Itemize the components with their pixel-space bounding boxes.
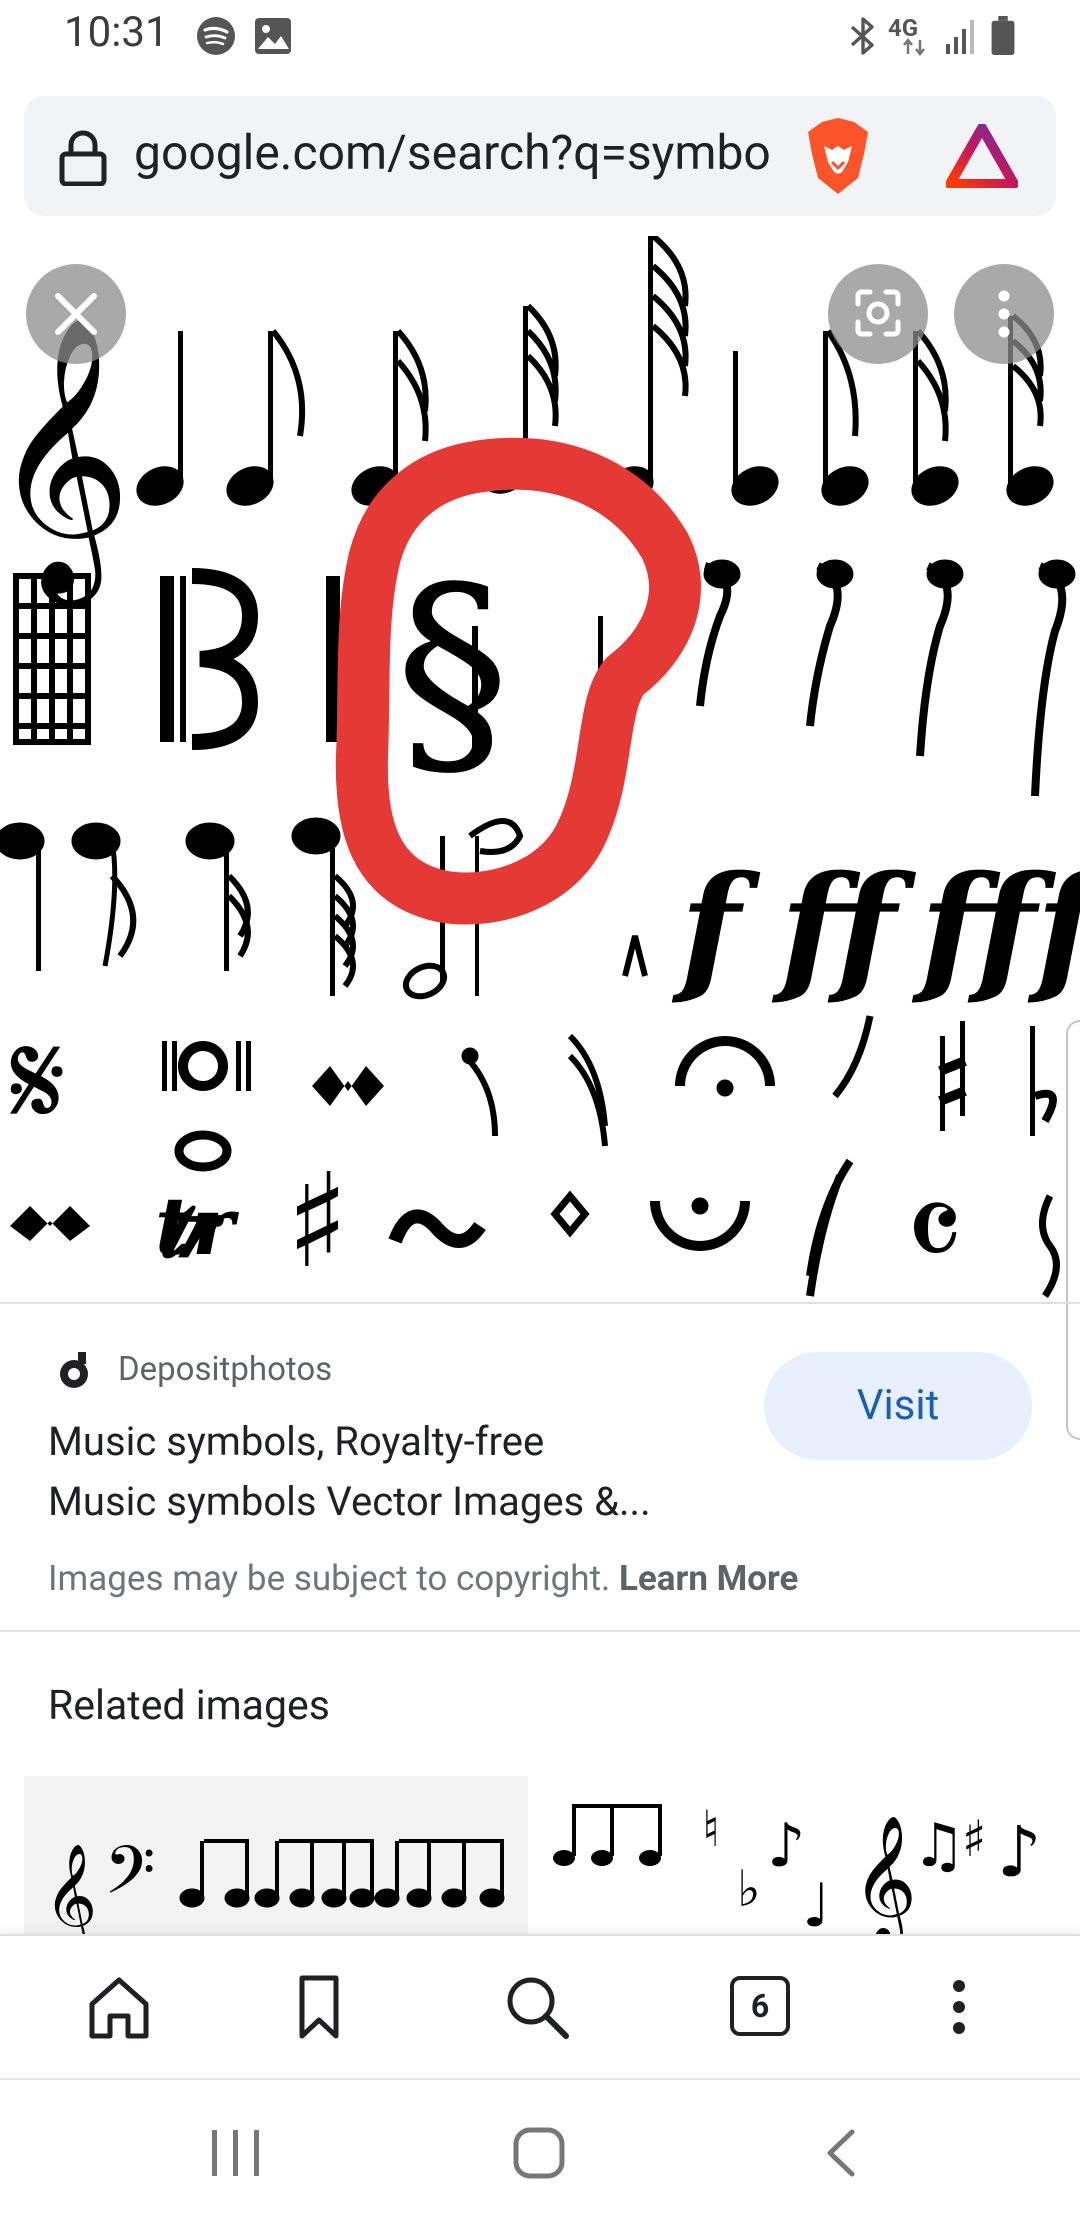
svg-text:♮: ♮ (702, 1800, 720, 1858)
svg-text:f: f (671, 846, 761, 1010)
svg-text:𝄋: 𝄋 (10, 1005, 66, 1157)
svg-text:♯: ♯ (962, 1810, 986, 1868)
browser-bottom-bar: 6 (0, 1934, 1080, 2076)
copyright-notice: Images may be subject to copyright. Lear… (48, 1558, 798, 1599)
spotify-icon (197, 17, 235, 55)
related-image-1-content: 𝄞 𝄢 (44, 1832, 505, 1936)
tabs-button[interactable]: 6 (730, 1976, 804, 2050)
learn-more-link[interactable]: Learn More (619, 1558, 799, 1599)
4g-lte-icon: 4G (888, 14, 938, 58)
url-text[interactable]: google.com/search?q=symbo (134, 124, 771, 181)
bluetooth-icon (850, 17, 874, 55)
browser-menu-button[interactable] (922, 1970, 996, 2044)
google-lens-button[interactable] (828, 264, 928, 364)
system-nav-bar (0, 2078, 1080, 2220)
bookmark-icon (299, 1975, 339, 2039)
depositphotos-logo-icon (60, 1352, 88, 1388)
svg-text:♯: ♯ (286, 1144, 349, 1297)
svg-text:♪: ♪ (997, 1811, 1042, 1893)
svg-text:♭: ♭ (737, 1860, 761, 1918)
search-button[interactable] (500, 1970, 574, 2044)
result-title-line1: Music symbols, Royalty-free (48, 1418, 545, 1465)
related-image-2-content: ♮ ♭ ♪ ♩ 𝄞 ♫ ♯ ♪ (553, 1800, 1042, 1936)
related-image-2[interactable]: ♮ ♭ ♪ ♩ 𝄞 ♫ ♯ ♪ (552, 1776, 1056, 1936)
related-divider (0, 1630, 1080, 1632)
svg-text:𝄴: 𝄴 (905, 1155, 963, 1304)
image-viewer[interactable]: 𝄞 f ff fff 𝄋 𝆖 tr ♯ 𝄴 § (0, 236, 1080, 1304)
svg-text:𝄢: 𝄢 (104, 1832, 155, 1925)
close-icon (55, 293, 97, 335)
more-vert-icon (953, 1980, 965, 2034)
screen: 10:31 4G google.com/search?q=symbo 𝄞 f f… (0, 0, 1080, 2220)
image-divider (0, 1302, 1080, 1304)
status-time: 10:31 (64, 8, 169, 57)
search-icon (507, 1977, 569, 2039)
svg-text:ff: ff (771, 846, 917, 1010)
visit-button[interactable]: Visit (764, 1352, 1032, 1460)
svg-text:𝄞: 𝄞 (852, 1814, 917, 1936)
brave-rewards-triangle-icon[interactable] (946, 124, 1018, 188)
status-bar: 10:31 4G (0, 0, 1080, 72)
copyright-text: Images may be subject to copyright. (48, 1558, 611, 1599)
segno-symbol: § (395, 539, 510, 806)
result-title[interactable]: Music symbols, Royalty-free Music symbol… (48, 1412, 748, 1532)
scroll-handle[interactable] (1066, 1020, 1080, 1440)
result-title-line2: Music symbols Vector Images &... (48, 1478, 651, 1525)
related-image-1[interactable]: 𝄞 𝄢 (24, 1776, 528, 1936)
bookmark-button[interactable] (282, 1970, 356, 2044)
home-circle-icon[interactable] (510, 2124, 570, 2182)
tab-count: 6 (730, 1976, 790, 2036)
recent-apps-icon[interactable] (206, 2126, 266, 2180)
google-lens-icon (855, 289, 901, 337)
svg-text:♪: ♪ (767, 1811, 805, 1881)
gallery-icon (255, 18, 291, 54)
url-bar[interactable]: google.com/search?q=symbo (24, 96, 1056, 216)
source-name[interactable]: Depositphotos (118, 1350, 332, 1389)
lock-icon (59, 130, 107, 186)
related-images-title: Related images (48, 1682, 330, 1730)
home-icon (89, 1977, 149, 2039)
signal-icon (946, 20, 974, 54)
more-vert-icon (998, 290, 1010, 338)
home-button[interactable] (82, 1970, 156, 2044)
image-more-button[interactable] (954, 264, 1054, 364)
svg-text:tr: tr (155, 1179, 239, 1273)
battery-icon (991, 16, 1015, 56)
back-chevron-icon[interactable] (818, 2126, 868, 2180)
close-image-button[interactable] (26, 264, 126, 364)
svg-text:♩: ♩ (802, 1871, 830, 1936)
svg-text:fff: fff (911, 846, 1080, 1010)
svg-text:♫: ♫ (912, 1811, 966, 1881)
brave-lion-icon[interactable] (802, 116, 874, 196)
music-symbols-image: 𝄞 f ff fff 𝄋 𝆖 tr ♯ 𝄴 § (0, 236, 1080, 1304)
svg-text:𝄞: 𝄞 (44, 1843, 97, 1936)
